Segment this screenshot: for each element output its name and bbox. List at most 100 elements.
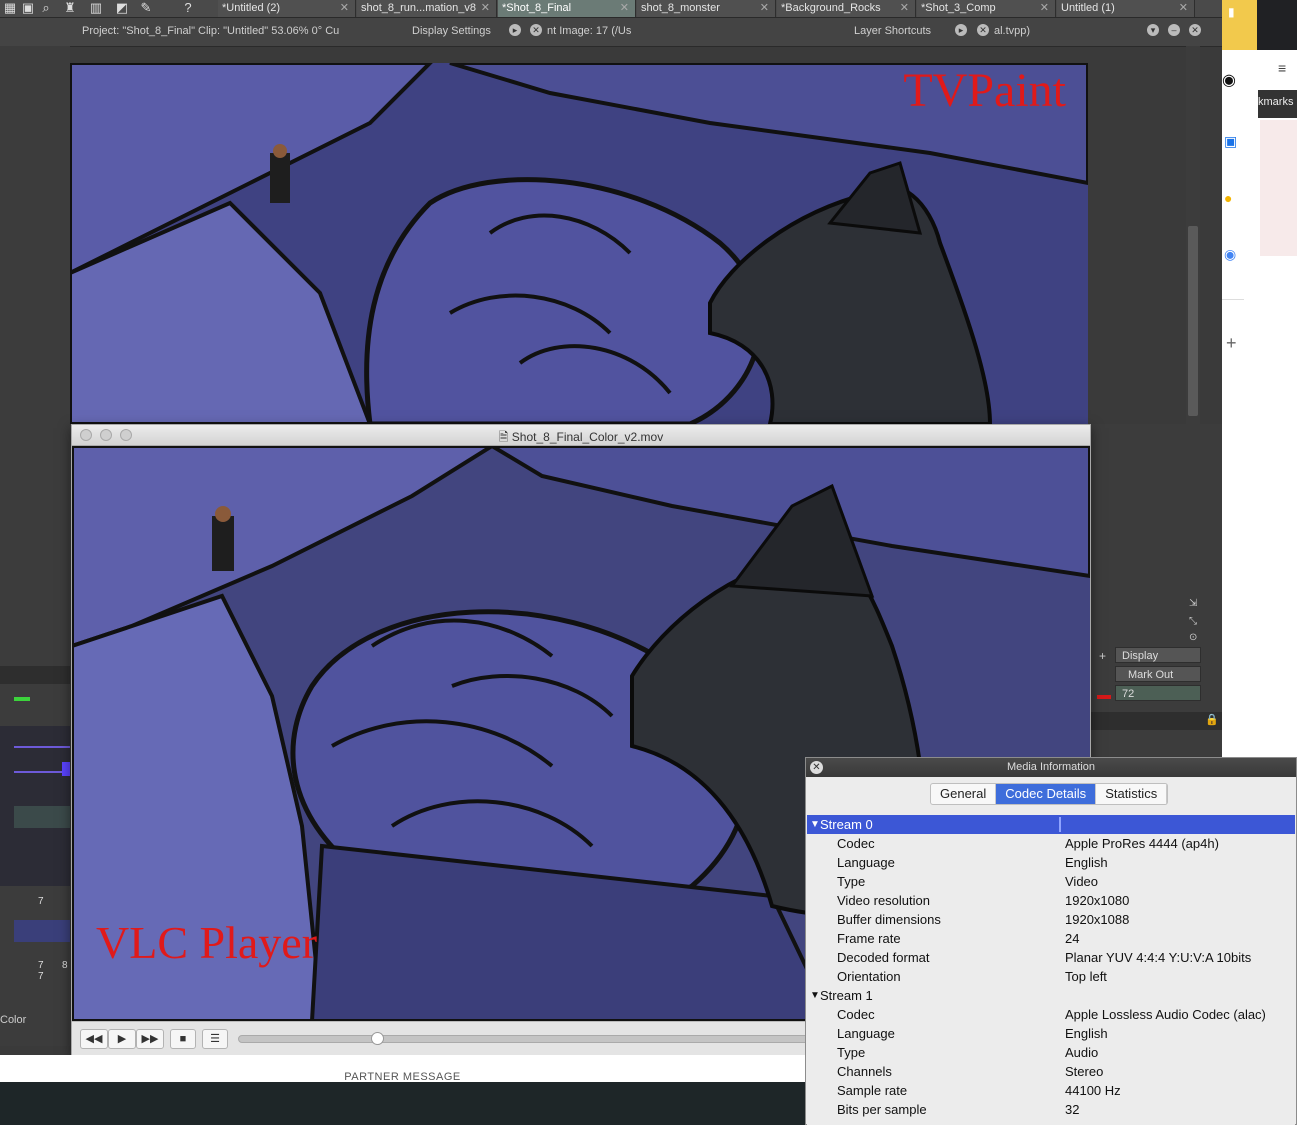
codec-detail-row[interactable]: Decoded format Planar YUV 4:4:4 Y:U:V:A 1…	[807, 948, 1295, 967]
document-tab-label: *Shot_3_Comp	[921, 2, 996, 14]
close-icon[interactable]: ✕	[810, 761, 823, 774]
help-icon[interactable]: ?	[180, 0, 196, 16]
disclosure-triangle-icon[interactable]: ▼	[810, 986, 820, 1005]
tvpaint-canvas[interactable]: TVPaint	[70, 63, 1088, 424]
close-tab-icon[interactable]: ✕	[1040, 0, 1049, 17]
close-tab-icon[interactable]: ✕	[900, 0, 909, 17]
zoom-tool-icon[interactable]: ⌕	[38, 0, 54, 16]
codec-detail-row[interactable]: Buffer dimensions 1920x1088	[807, 910, 1295, 929]
minimize-icon[interactable]: –	[1168, 24, 1180, 36]
chart-tool-icon[interactable]: ◩	[114, 0, 130, 16]
detail-key: Codec	[837, 1007, 875, 1022]
detail-value: 32	[1065, 1102, 1080, 1117]
document-tab[interactable]: *Background_Rocks ✕	[777, 0, 916, 17]
brush-tool-icon[interactable]: ✎	[138, 0, 154, 16]
close-panel-icon[interactable]: ✕	[530, 24, 542, 36]
tvpaint-info-bar: Project: "Shot_8_Final" Clip: "Untitled"…	[0, 18, 1222, 47]
vlc-title-bar[interactable]: 🗎 Shot_8_Final_Color_v2.mov	[72, 425, 1090, 446]
codec-detail-row[interactable]: Language English	[807, 1024, 1295, 1043]
detail-value: Video	[1065, 874, 1099, 889]
mark-out-value[interactable]: 72	[1115, 685, 1201, 701]
codec-detail-row[interactable]: Bits per sample 32	[807, 1100, 1295, 1119]
media-info-tab[interactable]: Codec Details	[996, 784, 1097, 804]
add-icon[interactable]: +	[1099, 649, 1106, 663]
stream-name: Stream 1	[820, 988, 873, 1003]
close-tab-icon[interactable]: ✕	[481, 0, 490, 17]
codec-detail-row[interactable]: Type Video	[807, 872, 1295, 891]
document-tab-label: shot_8_monster	[641, 2, 720, 14]
rotate-icon[interactable]: ⤡	[1189, 616, 1197, 627]
stream-header-row[interactable]: ▼ Stream 1	[807, 986, 1295, 1005]
detail-key: Channels	[837, 1064, 892, 1079]
media-info-tab[interactable]: General	[931, 784, 997, 804]
codec-detail-row[interactable]: Codec Apple Lossless Audio Codec (alac)	[807, 1005, 1295, 1024]
document-tab[interactable]: *Shot_3_Comp ✕	[917, 0, 1056, 17]
vlc-overlay-label: VLC Player	[96, 917, 318, 968]
calendar-icon[interactable]: ▣	[1224, 133, 1237, 150]
stream-header-row[interactable]: ▼ Stream 0	[807, 815, 1295, 834]
dropdown-icon[interactable]: ▾	[1147, 24, 1159, 36]
library-icon[interactable]: ▥	[88, 0, 104, 16]
tasks-icon[interactable]: ◉	[1224, 246, 1236, 263]
codec-detail-row[interactable]: Channels Stereo	[807, 1062, 1295, 1081]
detail-key: Type	[837, 874, 866, 889]
close-tab-icon[interactable]: ✕	[760, 0, 769, 17]
fit-icon[interactable]: ⇲	[1189, 598, 1197, 609]
detail-value: English	[1065, 855, 1108, 870]
close-tab-icon[interactable]: ✕	[340, 0, 349, 17]
document-tab[interactable]: *Untitled (2) ✕	[218, 0, 356, 17]
document-tab[interactable]: shot_8_monster ✕	[637, 0, 776, 17]
close-panel-icon[interactable]: ✕	[977, 24, 989, 36]
frame-thumbnails[interactable]	[14, 920, 70, 942]
keep-icon[interactable]: ●	[1224, 190, 1232, 206]
play-panel-icon[interactable]: ▸	[955, 24, 967, 36]
clock-icon[interactable]: ◉	[1222, 70, 1236, 90]
fast-forward-button[interactable]: ▶▶	[136, 1029, 164, 1049]
magic-hat-icon[interactable]: ♜	[62, 0, 78, 16]
seek-slider[interactable]	[238, 1032, 838, 1045]
add-sidebar-icon[interactable]: +	[1226, 333, 1237, 354]
codec-detail-row[interactable]: Video resolution 1920x1080	[807, 891, 1295, 910]
codec-detail-row[interactable]: Sample rate 44100 Hz	[807, 1081, 1295, 1100]
column-divider[interactable]	[1059, 817, 1061, 832]
document-tab[interactable]: *Shot_8_Final ✕	[498, 0, 636, 17]
codec-detail-row[interactable]: Type Audio	[807, 1043, 1295, 1062]
lock-icon[interactable]: 🔒	[1205, 713, 1219, 726]
seek-slider-knob[interactable]	[371, 1032, 384, 1045]
grid-tool-icon[interactable]: ▦	[2, 0, 18, 16]
reset-icon[interactable]: ⊙	[1189, 632, 1197, 643]
detail-value: 24	[1065, 931, 1080, 946]
hamburger-menu-icon[interactable]: ≡	[1278, 60, 1286, 76]
media-info-title-bar[interactable]: ✕ Media Information	[806, 758, 1296, 777]
layer-shortcuts-label[interactable]: Layer Shortcuts	[854, 25, 931, 37]
scrollbar-thumb[interactable]	[1188, 226, 1198, 416]
close-icon[interactable]: ✕	[1189, 24, 1201, 36]
detail-key: Codec	[837, 836, 875, 851]
close-tab-icon[interactable]: ✕	[1179, 0, 1188, 17]
timeline-layers	[0, 726, 70, 886]
disclosure-triangle-icon[interactable]: ▼	[810, 815, 820, 834]
detail-key: Decoded format	[837, 950, 930, 965]
playlist-button[interactable]: ☰	[202, 1029, 228, 1049]
transform-tool-icon[interactable]: ▣	[20, 0, 36, 16]
mark-out-button[interactable]: Mark Out	[1115, 666, 1201, 682]
audio-waveform	[14, 806, 70, 828]
document-tab[interactable]: Untitled (1) ✕	[1057, 0, 1195, 17]
detail-value: 1920x1080	[1065, 893, 1130, 908]
document-tab[interactable]: shot_8_run...mation_v8 ✕	[357, 0, 497, 17]
play-button[interactable]: ▶	[108, 1029, 136, 1049]
stop-button[interactable]: ■	[170, 1029, 196, 1049]
display-settings-label[interactable]: Display Settings	[412, 25, 491, 37]
display-button[interactable]: Display	[1115, 647, 1201, 663]
rewind-button[interactable]: ◀◀	[80, 1029, 108, 1049]
play-panel-icon[interactable]: ▸	[509, 24, 521, 36]
codec-detail-row[interactable]: Orientation Top left	[807, 967, 1295, 986]
codec-detail-row[interactable]: Codec Apple ProRes 4444 (ap4h)	[807, 834, 1295, 853]
canvas-vertical-scrollbar[interactable]	[1186, 46, 1200, 426]
close-tab-icon[interactable]: ✕	[620, 0, 629, 17]
codec-detail-row[interactable]: Language English	[807, 853, 1295, 872]
frame-number: 7	[38, 971, 44, 982]
bookmark-icon[interactable]: ▮	[1228, 5, 1235, 19]
codec-detail-row[interactable]: Frame rate 24	[807, 929, 1295, 948]
media-info-tab[interactable]: Statistics	[1096, 784, 1168, 804]
